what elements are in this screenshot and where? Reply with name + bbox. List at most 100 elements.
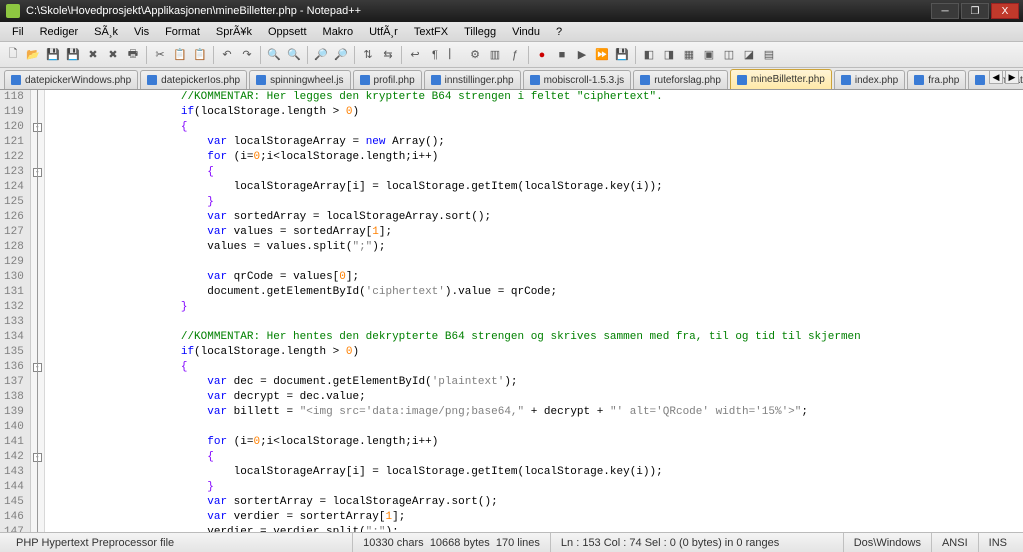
- doc-map-icon[interactable]: ▥: [486, 46, 504, 64]
- menu-item-vis[interactable]: Vis: [126, 24, 157, 40]
- code-line[interactable]: }: [49, 300, 1023, 315]
- stop-macro-icon[interactable]: ■: [553, 46, 571, 64]
- menu-item-sprã¥k[interactable]: SprÃ¥k: [208, 24, 260, 40]
- tab-label: innstillinger.php: [445, 75, 514, 86]
- fold-margin[interactable]: ----: [31, 90, 45, 532]
- tab-profil-php[interactable]: profil.php: [353, 70, 422, 89]
- code-line[interactable]: [49, 420, 1023, 435]
- tool7-icon[interactable]: ▤: [760, 46, 778, 64]
- menu-item-vindu[interactable]: Vindu: [504, 24, 548, 40]
- paste-icon[interactable]: 📋: [191, 46, 209, 64]
- code-line[interactable]: [49, 255, 1023, 270]
- code-area[interactable]: //KOMMENTAR: Her legges den krypterte B6…: [45, 90, 1023, 532]
- menu-item-oppsett[interactable]: Oppsett: [260, 24, 315, 40]
- close-button[interactable]: X: [991, 3, 1019, 19]
- code-line[interactable]: for (i=0;i<localStorage.length;i++): [49, 150, 1023, 165]
- code-line[interactable]: }: [49, 480, 1023, 495]
- close-file-icon[interactable]: ✖: [84, 46, 102, 64]
- undo-icon[interactable]: ↶: [218, 46, 236, 64]
- code-line[interactable]: var sortertArray = localStorageArray.sor…: [49, 495, 1023, 510]
- minimize-button[interactable]: ─: [931, 3, 959, 19]
- code-line[interactable]: for (i=0;i<localStorage.length;i++): [49, 435, 1023, 450]
- wordwrap-icon[interactable]: ↩: [406, 46, 424, 64]
- menu-item-?[interactable]: ?: [548, 24, 570, 40]
- print-icon[interactable]: 🖶: [124, 46, 142, 64]
- code-line[interactable]: var qrCode = values[0];: [49, 270, 1023, 285]
- find-icon[interactable]: 🔍: [265, 46, 283, 64]
- cut-icon[interactable]: ✂: [151, 46, 169, 64]
- indent-guide-icon[interactable]: ⎸: [446, 46, 464, 64]
- close-all-icon[interactable]: ✖: [104, 46, 122, 64]
- code-line[interactable]: document.getElementById('ciphertext').va…: [49, 285, 1023, 300]
- redo-icon[interactable]: ↷: [238, 46, 256, 64]
- code-line[interactable]: if(localStorage.length > 0): [49, 105, 1023, 120]
- tool5-icon[interactable]: ◫: [720, 46, 738, 64]
- play-multi-icon[interactable]: ⏩: [593, 46, 611, 64]
- code-line[interactable]: var localStorageArray = new Array();: [49, 135, 1023, 150]
- tool1-icon[interactable]: ◧: [640, 46, 658, 64]
- maximize-button[interactable]: ❐: [961, 3, 989, 19]
- tab-spinningwheel-js[interactable]: spinningwheel.js: [249, 70, 350, 89]
- tab-datepickerIos-php[interactable]: datepickerIos.php: [140, 70, 247, 89]
- menu-item-fil[interactable]: Fil: [4, 24, 32, 40]
- line-number: 124: [4, 180, 24, 195]
- show-all-chars-icon[interactable]: ¶: [426, 46, 444, 64]
- open-file-icon[interactable]: 📂: [24, 46, 42, 64]
- code-line[interactable]: var dec = document.getElementById('plain…: [49, 375, 1023, 390]
- tab-mineBilletter-php[interactable]: mineBilletter.php: [730, 69, 832, 89]
- tab-innstillinger-php[interactable]: innstillinger.php: [424, 70, 521, 89]
- tab-fra-php[interactable]: fra.php: [907, 70, 966, 89]
- code-line[interactable]: [49, 315, 1023, 330]
- save-icon[interactable]: 💾: [44, 46, 62, 64]
- play-macro-icon[interactable]: ▶: [573, 46, 591, 64]
- menu-item-textfx[interactable]: TextFX: [406, 24, 456, 40]
- menu-item-format[interactable]: Format: [157, 24, 208, 40]
- tab-mobiscroll-1-5-3-js[interactable]: mobiscroll-1.5.3.js: [523, 70, 632, 89]
- code-line[interactable]: var verdier = sortertArray[1];: [49, 510, 1023, 525]
- menu-item-tillegg[interactable]: Tillegg: [456, 24, 504, 40]
- menu-item-rediger[interactable]: Rediger: [32, 24, 87, 40]
- code-line[interactable]: var values = sortedArray[1];: [49, 225, 1023, 240]
- tab-index-php[interactable]: index.php: [834, 70, 905, 89]
- menu-item-utfã¸r[interactable]: UtfÃ¸r: [361, 24, 406, 40]
- replace-icon[interactable]: 🔍: [285, 46, 303, 64]
- menu-item-makro[interactable]: Makro: [315, 24, 362, 40]
- tab-scroll-left-icon[interactable]: ◀: [989, 70, 1003, 84]
- zoom-in-icon[interactable]: 🔎: [312, 46, 330, 64]
- tool4-icon[interactable]: ▣: [700, 46, 718, 64]
- save-all-icon[interactable]: 💾: [64, 46, 82, 64]
- tab-ruteforslag-php[interactable]: ruteforslag.php: [633, 70, 728, 89]
- code-line[interactable]: {: [49, 120, 1023, 135]
- tool2-icon[interactable]: ◨: [660, 46, 678, 64]
- tool6-icon[interactable]: ◪: [740, 46, 758, 64]
- editor[interactable]: 1181191201211221231241251261271281291301…: [0, 90, 1023, 532]
- tab-datepickerWindows-php[interactable]: datepickerWindows.php: [4, 70, 138, 89]
- line-number: 146: [4, 510, 24, 525]
- save-macro-icon[interactable]: 💾: [613, 46, 631, 64]
- code-line[interactable]: var billett = "<img src='data:image/png;…: [49, 405, 1023, 420]
- code-line[interactable]: if(localStorage.length > 0): [49, 345, 1023, 360]
- code-line[interactable]: //KOMMENTAR: Her legges den krypterte B6…: [49, 90, 1023, 105]
- code-line[interactable]: var sortedArray = localStorageArray.sort…: [49, 210, 1023, 225]
- sync-v-icon[interactable]: ⇅: [359, 46, 377, 64]
- code-line[interactable]: {: [49, 165, 1023, 180]
- code-line[interactable]: {: [49, 450, 1023, 465]
- user-lang-icon[interactable]: ⚙: [466, 46, 484, 64]
- zoom-out-icon[interactable]: 🔎: [332, 46, 350, 64]
- record-macro-icon[interactable]: ●: [533, 46, 551, 64]
- new-file-icon[interactable]: 🗋: [4, 46, 22, 64]
- code-line[interactable]: }: [49, 195, 1023, 210]
- code-line[interactable]: {: [49, 360, 1023, 375]
- func-list-icon[interactable]: ƒ: [506, 46, 524, 64]
- code-line[interactable]: values = values.split(";");: [49, 240, 1023, 255]
- code-line[interactable]: //KOMMENTAR: Her hentes den dekrypterte …: [49, 330, 1023, 345]
- code-line[interactable]: var decrypt = dec.value;: [49, 390, 1023, 405]
- tool3-icon[interactable]: ▦: [680, 46, 698, 64]
- sync-h-icon[interactable]: ⇆: [379, 46, 397, 64]
- code-line[interactable]: verdier = verdier.split(";");: [49, 525, 1023, 532]
- code-line[interactable]: localStorageArray[i] = localStorage.getI…: [49, 465, 1023, 480]
- copy-icon[interactable]: 📋: [171, 46, 189, 64]
- menu-item-sã¸k[interactable]: SÃ¸k: [86, 24, 126, 40]
- code-line[interactable]: localStorageArray[i] = localStorage.getI…: [49, 180, 1023, 195]
- tab-scroll-right-icon[interactable]: ▶: [1005, 70, 1019, 84]
